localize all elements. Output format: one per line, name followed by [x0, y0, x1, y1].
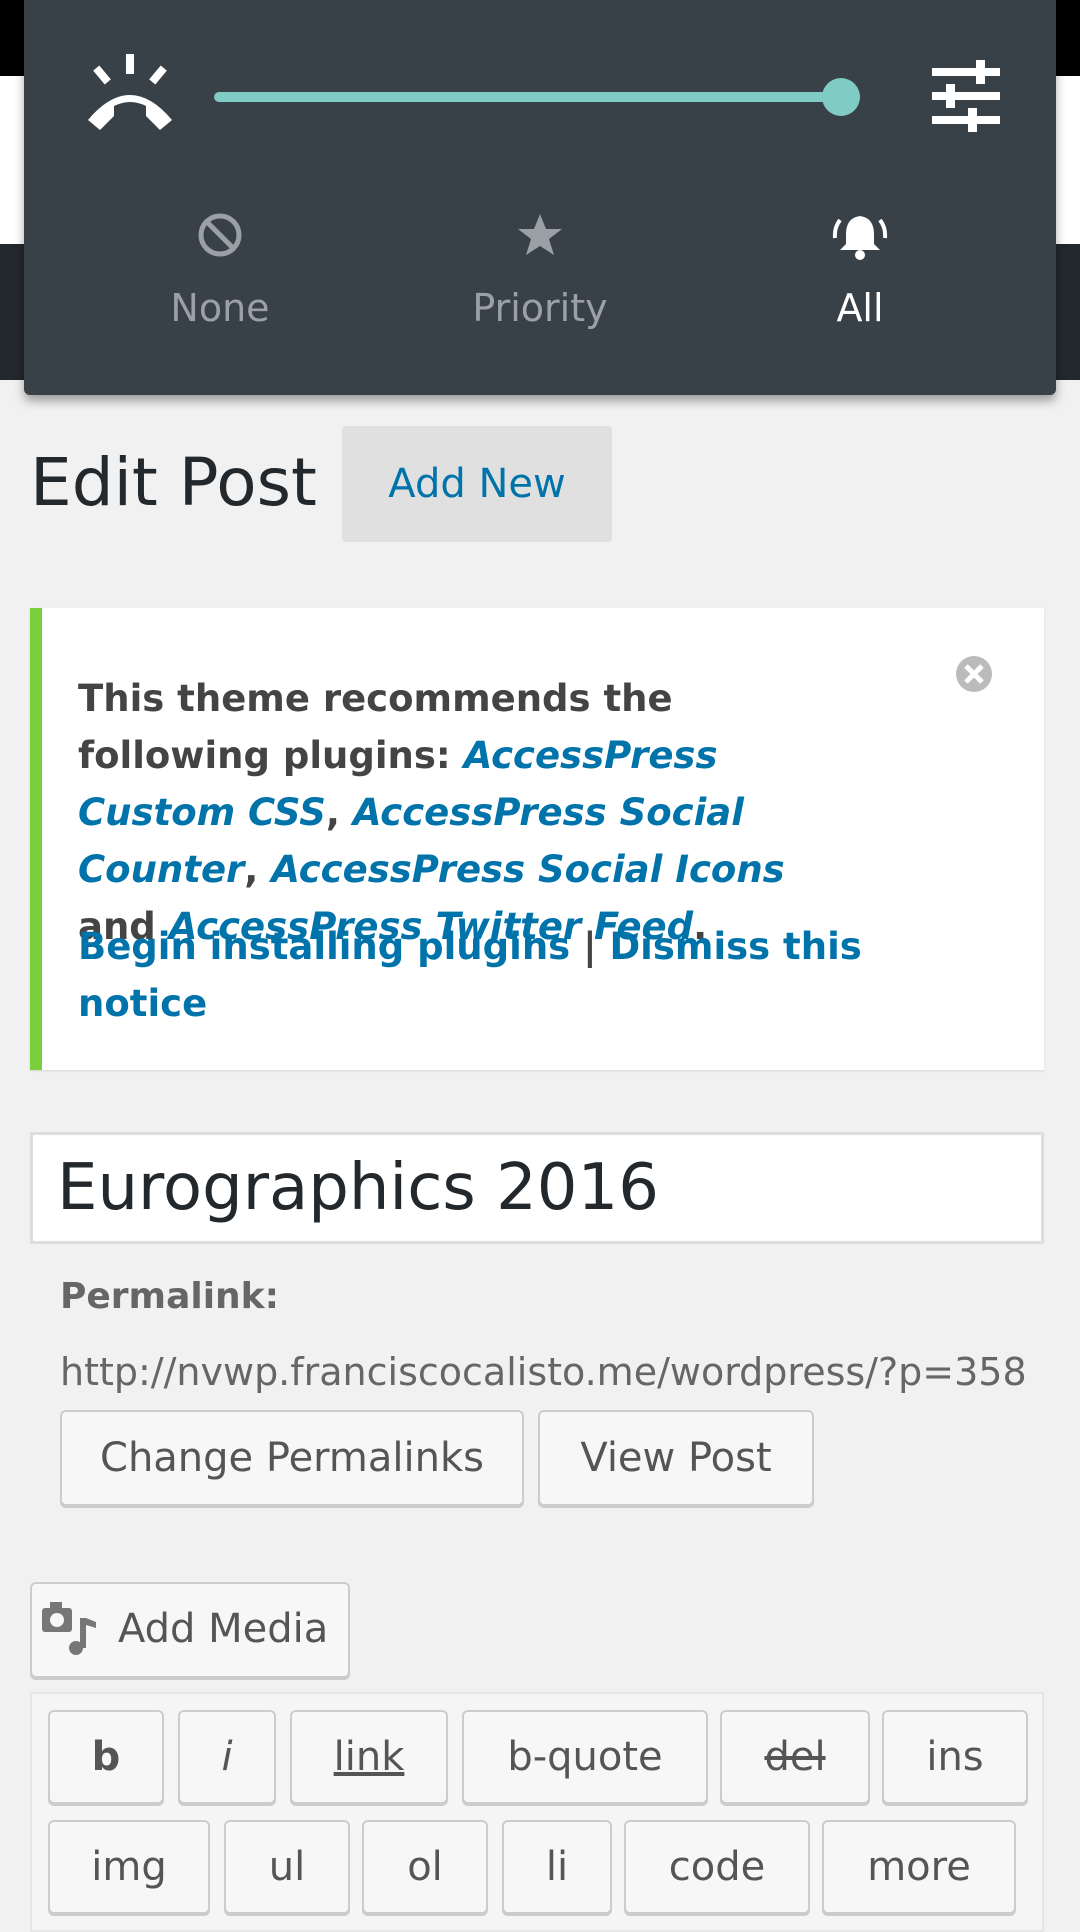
- qt-more-button[interactable]: more: [822, 1820, 1016, 1914]
- volume-slider-track[interactable]: [214, 92, 840, 102]
- page-title: Edit Post: [30, 444, 317, 521]
- tune-settings-icon[interactable]: [926, 58, 1006, 134]
- volume-panel: None Priority All: [24, 0, 1056, 395]
- quicktags-toolbar: b i link b-quote del ins img ul ol li co…: [30, 1692, 1044, 1932]
- qt-bquote-button[interactable]: b-quote: [462, 1710, 708, 1804]
- notice-message: This theme recommends the following plug…: [78, 677, 785, 948]
- mode-all[interactable]: All: [700, 210, 1020, 330]
- ringer-icon[interactable]: [80, 50, 180, 140]
- qt-bold-button[interactable]: b: [48, 1710, 164, 1804]
- begin-installing-link[interactable]: Begin installing plugins: [78, 925, 570, 968]
- change-permalinks-button[interactable]: Change Permalinks: [60, 1410, 524, 1506]
- mode-priority[interactable]: Priority: [380, 210, 700, 330]
- plugin-notice: This theme recommends the following plug…: [30, 608, 1044, 1070]
- mode-priority-label: Priority: [472, 286, 608, 330]
- block-icon: [198, 213, 242, 257]
- media-icon: [42, 1602, 96, 1655]
- add-media-label: Add Media: [118, 1606, 329, 1652]
- qt-ol-button[interactable]: ol: [362, 1820, 488, 1914]
- qt-code-button[interactable]: code: [624, 1820, 810, 1914]
- qt-img-button[interactable]: img: [48, 1820, 210, 1914]
- bell-icon: [832, 216, 888, 260]
- qt-italic-button[interactable]: i: [178, 1710, 276, 1804]
- qt-li-button[interactable]: li: [502, 1820, 612, 1914]
- dismiss-close-icon[interactable]: [954, 654, 994, 694]
- permalink-label: Permalink:: [60, 1276, 280, 1317]
- add-new-button[interactable]: Add New: [342, 426, 612, 542]
- notice-actions: Begin installing plugins | Dismiss this …: [78, 925, 862, 1025]
- volume-slider-thumb[interactable]: [822, 78, 860, 116]
- post-title-input[interactable]: [30, 1132, 1044, 1244]
- qt-ul-button[interactable]: ul: [224, 1820, 350, 1914]
- qt-ins-button[interactable]: ins: [882, 1710, 1028, 1804]
- permalink-url[interactable]: http://nvwp.franciscocalisto.me/wordpres…: [60, 1350, 1027, 1394]
- mode-none-label: None: [170, 286, 270, 330]
- add-media-button[interactable]: Add Media: [30, 1582, 350, 1678]
- star-icon: [518, 214, 562, 255]
- mode-all-label: All: [836, 286, 884, 330]
- mode-none[interactable]: None: [60, 210, 380, 330]
- qt-link-button[interactable]: link: [290, 1710, 448, 1804]
- view-post-button[interactable]: View Post: [538, 1410, 814, 1506]
- plugin-link-social-icons[interactable]: AccessPress Social Icons: [271, 848, 784, 891]
- qt-del-button[interactable]: del: [720, 1710, 870, 1804]
